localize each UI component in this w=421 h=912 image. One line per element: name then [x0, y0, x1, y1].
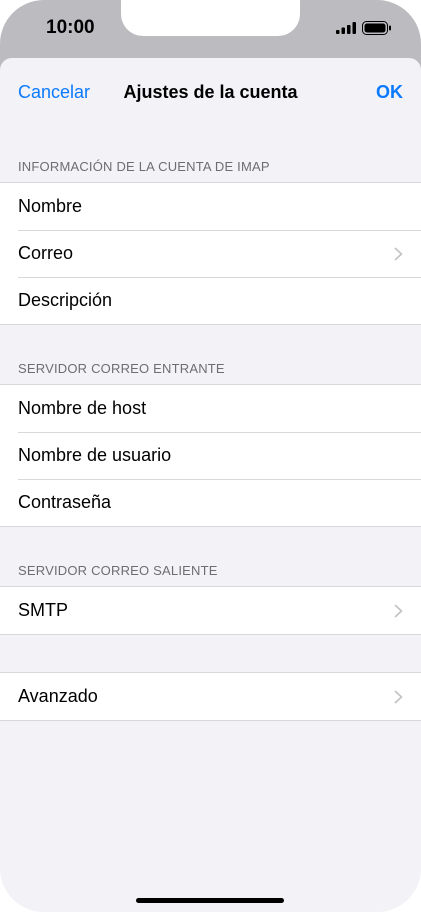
group-incoming-server: Nombre de host Nombre de usuario Contras… — [0, 384, 421, 527]
chevron-right-icon — [394, 247, 403, 261]
phone-screen: 10:00 Cancelar Ajustes de la cuenta OK I… — [0, 0, 421, 912]
account-settings-sheet: Cancelar Ajustes de la cuenta OK INFORMA… — [0, 58, 421, 912]
cellular-signal-icon — [336, 22, 356, 34]
section-header-outgoing: SERVIDOR CORREO SALIENTE — [18, 563, 218, 578]
battery-icon — [362, 21, 391, 35]
row-password[interactable]: Contraseña — [0, 479, 421, 526]
row-label: Descripción — [18, 290, 113, 310]
navigation-bar: Cancelar Ajustes de la cuenta OK — [0, 58, 421, 126]
group-imap: Nombre Correo Descripción — [0, 182, 421, 325]
chevron-right-icon — [394, 604, 403, 618]
row-username[interactable]: Nombre de usuario — [0, 432, 421, 479]
row-correo[interactable]: Correo — [0, 230, 421, 277]
section-header-incoming: SERVIDOR CORREO ENTRANTE — [18, 361, 225, 376]
group-outgoing-server: SMTP — [0, 586, 421, 635]
chevron-right-icon — [394, 690, 403, 704]
row-label: SMTP — [18, 600, 69, 620]
group-advanced: Avanzado — [0, 672, 421, 721]
row-avanzado[interactable]: Avanzado — [0, 673, 421, 720]
row-hostname[interactable]: Nombre de host — [0, 385, 421, 432]
row-label: Nombre de host — [18, 398, 147, 418]
row-label: Correo — [18, 243, 74, 263]
row-nombre[interactable]: Nombre — [0, 183, 421, 230]
row-label: Nombre de usuario — [18, 445, 172, 465]
notch — [121, 0, 300, 36]
page-title: Ajustes de la cuenta — [123, 82, 298, 102]
row-label: Nombre — [18, 196, 83, 216]
row-label: Contraseña — [18, 492, 112, 512]
status-bar: 10:00 — [0, 0, 421, 56]
section-header-imap: INFORMACIÓN DE LA CUENTA DE IMAP — [18, 159, 270, 174]
row-descripcion[interactable]: Descripción — [0, 277, 421, 324]
status-time: 10:00 — [46, 17, 95, 38]
row-label: Avanzado — [18, 686, 98, 706]
home-indicator[interactable] — [136, 898, 284, 903]
row-smtp[interactable]: SMTP — [0, 587, 421, 634]
ok-button[interactable]: OK — [376, 82, 403, 103]
